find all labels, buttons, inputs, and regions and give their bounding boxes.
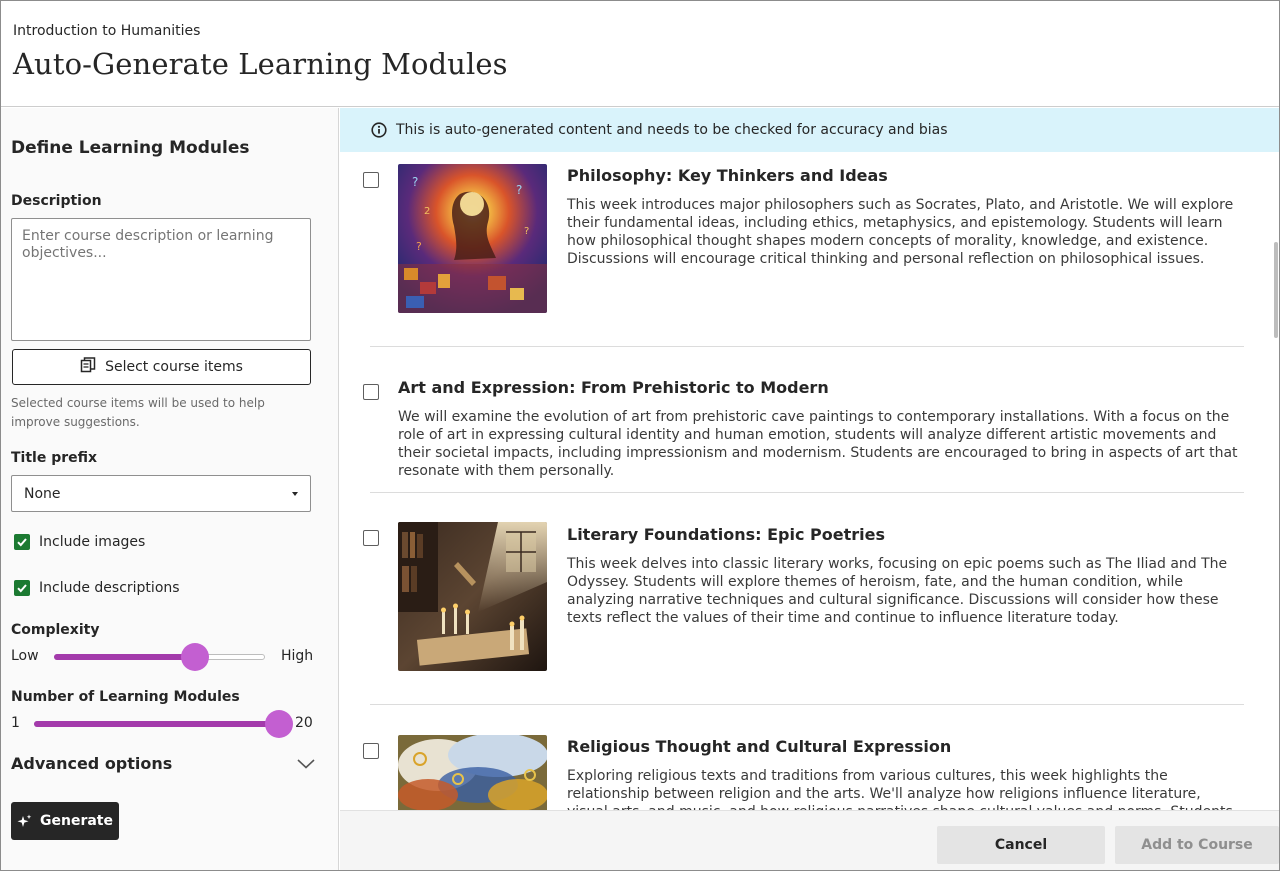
svg-text:?: ? xyxy=(516,183,522,197)
helper-text: Selected course items will be used to he… xyxy=(11,396,265,429)
define-modules-panel: Define Learning Modules Description Sele… xyxy=(1,108,339,870)
module-image-philosophy: ? 2 ? ? ? xyxy=(398,164,547,313)
scrollbar[interactable] xyxy=(1274,242,1278,338)
module-description: Exploring religious texts and traditions… xyxy=(567,768,1233,810)
include-images-row: Include images xyxy=(14,534,145,550)
module-description: We will examine the evolution of art fro… xyxy=(398,409,1238,479)
module-description: This week introduces major philosophers … xyxy=(567,197,1234,267)
module-select-checkbox[interactable] xyxy=(363,384,379,400)
description-input[interactable] xyxy=(11,218,311,341)
panel-heading: Define Learning Modules xyxy=(11,138,250,158)
svg-text:2: 2 xyxy=(424,206,430,217)
select-course-items-button[interactable]: Select course items xyxy=(12,349,311,385)
module-list[interactable]: ? 2 ? ? ? Philosophy: Key Thinkers and I… xyxy=(340,152,1279,810)
checkmark-icon xyxy=(17,538,27,547)
modules-slider-thumb[interactable] xyxy=(265,710,293,738)
sparkle-icon xyxy=(17,814,32,827)
select-course-items-label: Select course items xyxy=(105,359,243,375)
svg-text:?: ? xyxy=(524,226,529,237)
title-prefix-select[interactable]: None xyxy=(11,475,311,512)
modules-slider-fill xyxy=(34,721,279,727)
description-label: Description xyxy=(11,193,102,209)
module-title: Art and Expression: From Prehistoric to … xyxy=(398,378,829,397)
module-title: Religious Thought and Cultural Expressio… xyxy=(567,737,952,756)
svg-text:?: ? xyxy=(416,240,422,253)
complexity-min-label: Low xyxy=(11,648,39,664)
module-select-checkbox[interactable] xyxy=(363,743,379,759)
divider xyxy=(370,346,1244,347)
add-to-course-button[interactable]: Add to Course xyxy=(1115,826,1279,864)
module-title: Literary Foundations: Epic Poetries xyxy=(567,525,885,544)
complexity-slider-track[interactable] xyxy=(54,654,265,660)
ai-content-notice: This is auto-generated content and needs… xyxy=(340,108,1279,152)
cancel-button[interactable]: Cancel xyxy=(937,826,1105,864)
advanced-options-toggle[interactable]: Advanced options xyxy=(11,754,315,773)
caret-down-icon xyxy=(292,491,298,496)
include-descriptions-row: Include descriptions xyxy=(14,580,180,596)
page-header: Introduction to Humanities Auto-Generate… xyxy=(1,1,1279,107)
info-icon xyxy=(371,122,387,138)
complexity-slider-thumb[interactable] xyxy=(181,643,210,671)
modules-max-label: 20 xyxy=(295,715,313,731)
footer-actions: Cancel Add to Course xyxy=(340,810,1279,870)
module-image-literary xyxy=(398,522,547,671)
title-prefix-label: Title prefix xyxy=(11,450,98,466)
include-images-label: Include images xyxy=(39,534,146,550)
title-prefix-value: None xyxy=(24,485,61,502)
divider xyxy=(370,492,1244,493)
module-title: Philosophy: Key Thinkers and Ideas xyxy=(567,166,888,185)
modules-slider-track[interactable] xyxy=(34,721,279,727)
module-description: This week delves into classic literary w… xyxy=(567,556,1228,626)
complexity-max-label: High xyxy=(281,648,314,664)
complexity-slider-fill xyxy=(54,654,196,660)
module-select-checkbox[interactable] xyxy=(363,530,379,546)
include-descriptions-label: Include descriptions xyxy=(39,580,180,596)
generate-label: Generate xyxy=(40,813,113,829)
include-descriptions-checkbox[interactable] xyxy=(14,580,30,596)
complexity-label: Complexity xyxy=(11,622,100,638)
svg-text:?: ? xyxy=(412,175,418,189)
modules-count-label: Number of Learning Modules xyxy=(11,689,240,705)
checkmark-icon xyxy=(17,584,27,593)
divider xyxy=(370,704,1244,705)
page-title: Auto-Generate Learning Modules xyxy=(13,47,508,81)
copy-document-icon xyxy=(80,357,96,377)
advanced-options-label: Advanced options xyxy=(11,754,173,773)
module-image-religious xyxy=(398,735,547,810)
modules-min-label: 1 xyxy=(11,715,20,731)
include-images-checkbox[interactable] xyxy=(14,534,30,550)
chevron-down-icon xyxy=(297,758,315,769)
generate-button[interactable]: Generate xyxy=(11,802,119,840)
breadcrumb[interactable]: Introduction to Humanities xyxy=(13,23,200,39)
module-select-checkbox[interactable] xyxy=(363,172,379,188)
notice-text: This is auto-generated content and needs… xyxy=(396,122,948,138)
